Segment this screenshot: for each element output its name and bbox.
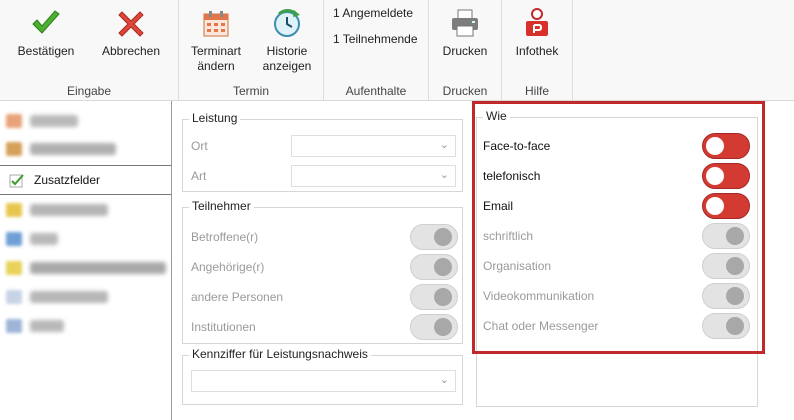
chevron-down-icon: ⌄ xyxy=(439,139,449,151)
group-label-eingabe: Eingabe xyxy=(66,84,112,98)
confirm-label: Bestätigen xyxy=(17,44,75,58)
print-label: Drucken xyxy=(442,44,488,58)
print-button[interactable]: Drucken xyxy=(435,6,495,59)
fieldset-teilnehmer: Teilnehmer Betroffene(r) Angehörige(r) a… xyxy=(182,199,463,344)
fieldset-leistung: Leistung Ort ⌄ Art ⌄ xyxy=(182,111,463,192)
chevron-down-icon: ⌄ xyxy=(439,169,449,181)
label-angehoerige: Angehörige(r) xyxy=(191,260,265,274)
nav-item-blurred-3[interactable] xyxy=(4,198,170,222)
nav-item-blurred-6[interactable] xyxy=(4,285,170,309)
checkbox-checked-icon xyxy=(9,174,24,188)
highlight-frame xyxy=(472,101,765,354)
participants-count-link[interactable]: 1 Teilnehmende xyxy=(333,32,418,46)
history-clock-icon xyxy=(274,9,300,37)
nav-item-icon xyxy=(6,114,22,128)
toggle-andere-personen[interactable] xyxy=(410,284,458,310)
confirm-button[interactable]: Bestätigen xyxy=(10,6,82,59)
toggle-betroffene[interactable] xyxy=(410,224,458,250)
toggle-institutionen[interactable] xyxy=(410,314,458,340)
nav-item-blurred-7[interactable] xyxy=(4,314,170,338)
fieldset-kennziffer: Kennziffer für Leistungsnachweis ⌄ xyxy=(182,347,463,405)
side-navigation: Zusatzfelder xyxy=(0,101,172,420)
printer-icon xyxy=(452,9,478,37)
ribbon-group-hilfe: Infothek Hilfe xyxy=(502,0,573,100)
nav-item-blurred-1[interactable] xyxy=(4,109,170,133)
label-art: Art xyxy=(191,169,207,183)
label-institutionen: Institutionen xyxy=(191,320,256,334)
nav-item-zusatzfelder[interactable]: Zusatzfelder xyxy=(0,165,171,195)
ribbon: Bestätigen Abbrechen Eingabe Terminart ä… xyxy=(0,0,794,101)
history-label-1: Historie xyxy=(266,44,308,58)
cancel-label: Abbrechen xyxy=(101,44,161,58)
nav-item-label: Zusatzfelder xyxy=(34,173,101,187)
label-betroffene: Betroffene(r) xyxy=(191,230,259,244)
ribbon-group-drucken: Drucken Drucken xyxy=(429,0,502,100)
show-history-button[interactable]: Historie anzeigen xyxy=(255,6,319,74)
nav-item-blurred-4[interactable] xyxy=(4,227,170,251)
change-type-label-2: ändern xyxy=(197,59,235,73)
ribbon-group-aufenthalte: 1 Angemeldete 1 Teilnehmende Aufenthalte xyxy=(324,0,429,100)
toggle-angehoerige[interactable] xyxy=(410,254,458,280)
cancel-button[interactable]: Abbrechen xyxy=(94,6,168,59)
nav-item-icon xyxy=(6,290,22,304)
select-ort[interactable]: ⌄ xyxy=(291,135,456,157)
select-kennziffer[interactable]: ⌄ xyxy=(191,370,456,392)
close-icon xyxy=(118,11,144,37)
group-label-aufenthalte: Aufenthalte xyxy=(345,84,407,98)
change-type-label-1: Terminart xyxy=(190,44,241,58)
group-label-termin: Termin xyxy=(232,84,269,98)
nav-item-blurred-5[interactable] xyxy=(4,256,170,280)
ribbon-group-eingabe: Bestätigen Abbrechen Eingabe xyxy=(0,0,179,100)
checkmark-icon xyxy=(32,10,60,34)
nav-item-blurred-2[interactable] xyxy=(4,137,170,161)
nav-item-icon xyxy=(6,142,22,156)
legend-kennziffer: Kennziffer für Leistungsnachweis xyxy=(189,347,371,361)
registered-count-link[interactable]: 1 Angemeldete xyxy=(333,6,413,20)
group-label-drucken: Drucken xyxy=(442,84,488,98)
ribbon-group-termin: Terminart ändern Historie anzeigen Termi… xyxy=(179,0,324,100)
infothek-button[interactable]: Infothek xyxy=(506,6,568,59)
infothek-label: Infothek xyxy=(515,44,559,58)
legend-teilnehmer: Teilnehmer xyxy=(189,199,254,213)
legend-leistung: Leistung xyxy=(189,111,241,125)
history-label-2: anzeigen xyxy=(262,59,312,73)
change-appointment-type-button[interactable]: Terminart ändern xyxy=(185,6,247,74)
infothek-icon xyxy=(526,8,548,36)
label-andere-personen: andere Personen xyxy=(191,290,284,304)
nav-item-icon xyxy=(6,232,22,246)
calendar-icon xyxy=(203,11,229,37)
chevron-down-icon: ⌄ xyxy=(439,374,449,386)
label-ort: Ort xyxy=(191,139,208,153)
group-label-hilfe: Hilfe xyxy=(524,84,549,98)
nav-item-icon xyxy=(6,319,22,333)
select-art[interactable]: ⌄ xyxy=(291,165,456,187)
nav-item-icon xyxy=(6,261,22,275)
nav-item-icon xyxy=(6,203,22,217)
